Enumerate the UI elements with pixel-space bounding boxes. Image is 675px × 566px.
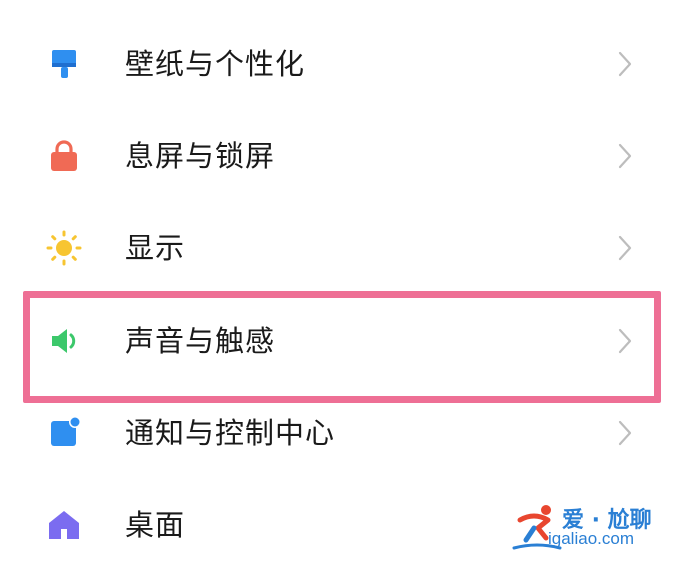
settings-item-label: 声音与触感 (125, 324, 276, 358)
settings-item-label: 壁纸与个性化 (125, 47, 306, 81)
home-icon (46, 507, 82, 543)
watermark-url: igaliao.com (548, 529, 634, 548)
chevron-right-icon (614, 419, 636, 447)
settings-item-display[interactable]: 显示 (0, 202, 675, 294)
lock-icon (46, 138, 82, 174)
settings-item-sound[interactable]: 声音与触感 (0, 295, 675, 387)
notification-icon (46, 415, 82, 451)
sun-icon (46, 230, 82, 266)
paintbrush-icon (46, 46, 82, 82)
settings-screen: 壁纸与个性化 息屏与锁屏 显示 声音与触感 通知与控制中心 桌面 爱 · 尬聊 … (0, 0, 675, 566)
settings-item-wallpaper[interactable]: 壁纸与个性化 (0, 18, 675, 110)
settings-item-lock-screen[interactable]: 息屏与锁屏 (0, 110, 675, 202)
watermark: 爱 · 尬聊 igaliao.com (512, 498, 672, 558)
settings-item-label: 通知与控制中心 (125, 416, 336, 450)
settings-item-label: 息屏与锁屏 (125, 139, 276, 173)
settings-item-notifications[interactable]: 通知与控制中心 (0, 387, 675, 479)
speaker-icon (46, 323, 82, 359)
settings-item-label: 桌面 (125, 508, 186, 542)
chevron-right-icon (614, 50, 636, 78)
chevron-right-icon (614, 327, 636, 355)
chevron-right-icon (614, 142, 636, 170)
chevron-right-icon (614, 234, 636, 262)
settings-item-label: 显示 (125, 231, 186, 265)
